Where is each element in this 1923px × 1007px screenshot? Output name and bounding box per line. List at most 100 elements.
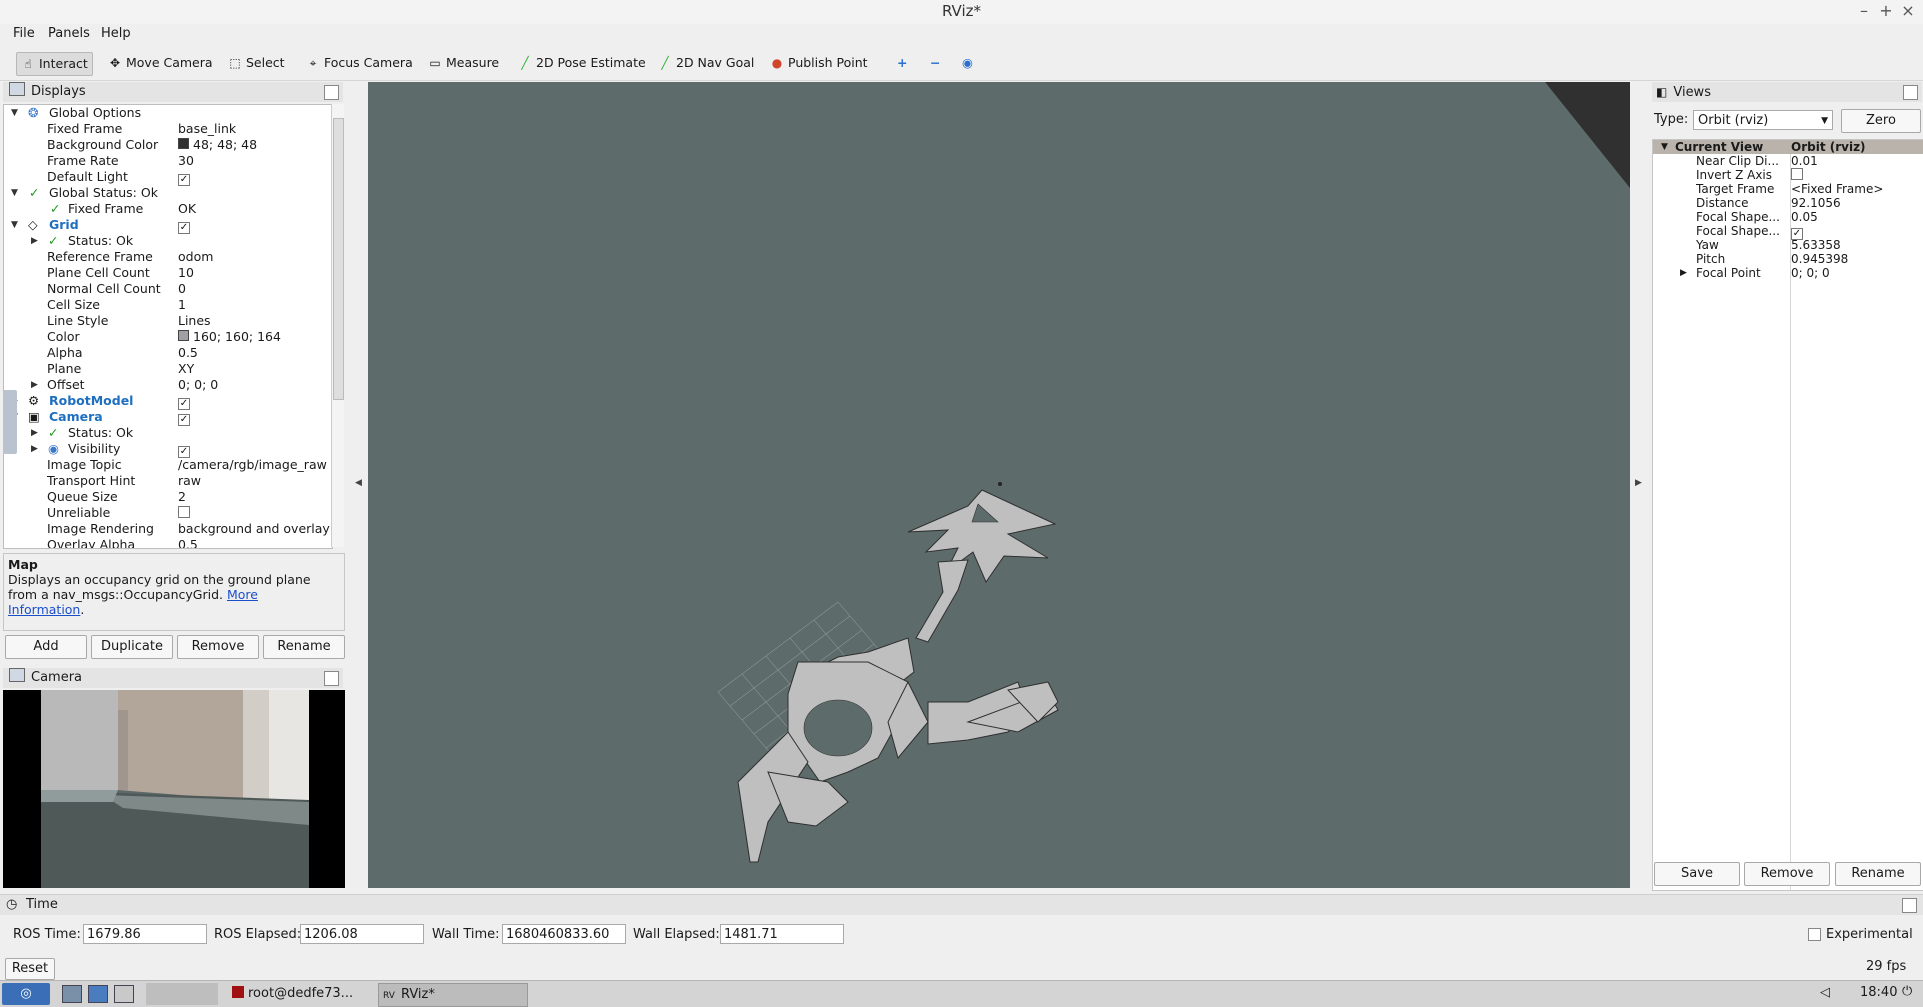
prop-value[interactable]: 0; 0; 0	[1791, 266, 1830, 280]
view-prop-row[interactable]: ▶ Focal Point 0; 0; 0	[1653, 266, 1923, 280]
row-value[interactable]: 2	[178, 489, 186, 505]
tree-row[interactable]: Fixed Frame base_link	[4, 121, 332, 137]
undock-checkbox[interactable]	[324, 671, 339, 686]
prop-value[interactable]: 0.01	[1791, 154, 1818, 168]
pose-estimate-button[interactable]: ╱ 2D Pose Estimate	[514, 52, 650, 74]
tree-row[interactable]: Image Topic/camera/rgb/image_raw	[4, 457, 332, 473]
prop-value[interactable]: 5.63358	[1791, 238, 1841, 252]
remove-display-button[interactable]: Remove	[177, 635, 259, 659]
tree-row[interactable]: Transport Hint raw	[4, 473, 332, 489]
remove-view-button[interactable]: Remove	[1744, 862, 1830, 886]
tree-row[interactable]: Default Light ✓	[4, 169, 332, 186]
tree-row[interactable]: Normal Cell Count 0	[4, 281, 332, 297]
reset-button[interactable]: Reset	[5, 958, 55, 980]
tree-row[interactable]: ▶ ✓ Status: Ok	[4, 425, 332, 441]
desktop-pager[interactable]	[146, 983, 218, 1005]
tree-row[interactable]: ▶ ✓ Status: Ok	[4, 233, 332, 249]
tree-row[interactable]: Background Color 48; 48; 48	[4, 137, 332, 153]
tree-row[interactable]: Unreliable	[4, 505, 332, 521]
tree-row[interactable]: ▶ ◉ Visibility ✓	[4, 441, 332, 458]
rename-view-button[interactable]: Rename	[1835, 862, 1921, 886]
view-prop-row[interactable]: Target Frame <Fixed Frame>	[1653, 182, 1923, 196]
row-value[interactable]: raw	[178, 473, 201, 489]
ros-time-field[interactable]: 1679.86	[83, 924, 207, 944]
ros-elapsed-field[interactable]: 1206.08	[300, 924, 424, 944]
nav-goal-button[interactable]: ╱ 2D Nav Goal	[654, 52, 758, 74]
current-view-row[interactable]: ▼ Current View Orbit (rviz)	[1653, 140, 1923, 154]
tree-row[interactable]: ▶ Offset 0; 0; 0	[4, 377, 332, 393]
view-prop-row[interactable]: Focal Shape... 0.05	[1653, 210, 1923, 224]
collapse-right-icon[interactable]: ▶	[1635, 478, 1642, 488]
scroll-thumb[interactable]	[333, 118, 344, 400]
menu-file[interactable]: File	[13, 26, 35, 41]
remove-tool-icon[interactable]: −	[926, 52, 944, 74]
save-view-button[interactable]: Save	[1654, 862, 1740, 886]
prop-value[interactable]: 0.945398	[1791, 252, 1848, 266]
displays-scrollbar[interactable]	[331, 104, 344, 547]
prop-value[interactable]: 92.1056	[1791, 196, 1841, 210]
file-manager-icon[interactable]	[62, 985, 82, 1003]
row-value[interactable]: 160; 160; 164	[193, 329, 281, 344]
unreliable-checkbox[interactable]	[178, 506, 190, 518]
row-value[interactable]: 0.5	[178, 537, 198, 548]
wall-elapsed-field[interactable]: 1481.71	[720, 924, 844, 944]
prop-value[interactable]: <Fixed Frame>	[1791, 182, 1883, 196]
experimental-checkbox[interactable]	[1808, 928, 1821, 941]
tree-row[interactable]: Reference Frame odom	[4, 249, 332, 265]
taskbar-rviz[interactable]: RV RViz*	[378, 983, 528, 1007]
row-value[interactable]: 1	[178, 297, 186, 313]
minimize-icon[interactable]: –	[1854, 1, 1874, 20]
focus-camera-button[interactable]: ⌖ Focus Camera	[302, 52, 417, 74]
view-prop-row[interactable]: Focal Shape... ✓	[1653, 224, 1923, 240]
tree-row[interactable]: Color 160; 160; 164	[4, 329, 332, 345]
publish-point-button[interactable]: ● Publish Point	[766, 52, 872, 74]
select-button[interactable]: ⬚ Select	[224, 52, 289, 74]
add-tool-icon[interactable]: +	[893, 52, 911, 74]
row-value[interactable]: 10	[178, 265, 194, 281]
invert-z-checkbox[interactable]	[1791, 168, 1803, 180]
tree-row[interactable]: Cell Size 1	[4, 297, 332, 313]
power-icon[interactable]: ⏻	[1902, 984, 1912, 999]
row-value[interactable]: 0	[178, 281, 186, 297]
prop-value[interactable]: 0.05	[1791, 210, 1818, 224]
tree-row[interactable]: Frame Rate 30	[4, 153, 332, 169]
tree-row[interactable]: Overlay Alpha 0.5	[4, 537, 332, 548]
zero-button[interactable]: Zero	[1841, 109, 1921, 133]
collapse-left-icon[interactable]: ◀	[355, 478, 362, 488]
move-camera-button[interactable]: ✥ Move Camera	[104, 52, 217, 74]
view-prop-row[interactable]: Yaw 5.63358	[1653, 238, 1923, 252]
side-handle[interactable]	[3, 390, 17, 454]
taskbar-terminal[interactable]: root@dedfe73...	[228, 983, 376, 1005]
tree-row-robotmodel[interactable]: ▶⚙RobotModel✓	[4, 393, 332, 410]
tree-row[interactable]: Alpha 0.5	[4, 345, 332, 361]
tree-row-global-status[interactable]: ▼ ✓ Global Status: Ok	[4, 185, 332, 201]
row-value[interactable]: Lines	[178, 313, 211, 329]
close-icon[interactable]: ×	[1898, 1, 1918, 20]
tree-row[interactable]: Plane XY	[4, 361, 332, 377]
menu-help[interactable]: Help	[101, 26, 131, 41]
tree-row-global-options[interactable]: ▼ ❂ Global Options	[4, 105, 332, 121]
browser-icon[interactable]	[88, 985, 108, 1003]
window-icon[interactable]	[114, 985, 134, 1003]
maximize-icon[interactable]: +	[1876, 1, 1896, 20]
measure-button[interactable]: ▭ Measure	[424, 52, 503, 74]
view-prop-row[interactable]: Invert Z Axis	[1653, 168, 1923, 182]
start-menu-icon[interactable]: ◎	[2, 983, 50, 1005]
row-value[interactable]: 48; 48; 48	[193, 137, 257, 152]
render-viewport[interactable]	[368, 82, 1630, 888]
view-prop-row[interactable]: Pitch 0.945398	[1653, 252, 1923, 266]
rename-display-button[interactable]: Rename	[263, 635, 345, 659]
tree-row[interactable]: ✓ Fixed Frame OK	[4, 201, 332, 217]
tree-row[interactable]: Image Rendering background and overlay	[4, 521, 332, 537]
volume-icon[interactable]: ◁	[1820, 985, 1830, 1000]
row-value[interactable]: 0.5	[178, 345, 198, 361]
undock-checkbox[interactable]	[1903, 85, 1918, 100]
add-button[interactable]: Add	[5, 635, 87, 659]
tree-row[interactable]: Line Style Lines	[4, 313, 332, 329]
tree-row[interactable]: Queue Size 2	[4, 489, 332, 505]
duplicate-button[interactable]: Duplicate	[91, 635, 173, 659]
tree-row-grid[interactable]: ▼ ◇ Grid ✓	[4, 217, 332, 234]
undock-checkbox[interactable]	[1902, 898, 1917, 913]
row-value[interactable]: base_link	[178, 121, 236, 137]
view-prop-row[interactable]: Distance 92.1056	[1653, 196, 1923, 210]
